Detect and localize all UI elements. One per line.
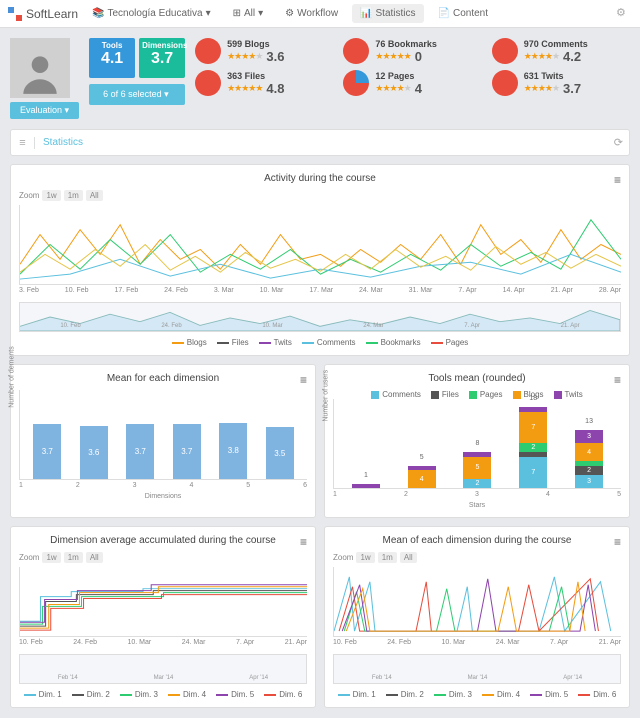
panel-menu-icon[interactable]: ≡ — [300, 373, 307, 387]
zoom-all[interactable]: All — [86, 190, 103, 201]
nav-workflow[interactable]: ⚙ Workflow — [277, 4, 346, 23]
stat-comments: 970 Comments ★★★★★4.2 — [492, 38, 630, 64]
panel-title: Activity during the course — [19, 173, 621, 184]
badges: Tools 4.1 Dimensions 3.7 6 of 6 selected… — [89, 38, 185, 105]
brand-text: SoftLearn — [26, 7, 78, 21]
selected-dropdown[interactable]: 6 of 6 selected ▾ — [89, 84, 185, 105]
nav-statistics[interactable]: 📊 Statistics — [352, 4, 423, 23]
zoom-1w[interactable]: 1w — [356, 552, 374, 563]
stat-blogs: 599 Blogs ★★★★★3.6 — [195, 38, 333, 64]
panel-dim-avg: ≡ Dimension average accumulated during t… — [10, 526, 316, 708]
zoom-all[interactable]: All — [86, 552, 103, 563]
panel-menu-icon[interactable]: ≡ — [300, 535, 307, 549]
avatar-box: Evaluation ▾ — [10, 38, 79, 119]
refresh-icon[interactable]: ⟳ — [614, 136, 623, 149]
gear-icon[interactable]: ⚙ — [616, 6, 632, 22]
zoom-controls: Zoom 1w 1m All — [19, 190, 621, 201]
dim-avg-chart[interactable] — [19, 567, 307, 637]
tab-statistics[interactable]: Statistics — [35, 137, 83, 148]
evaluation-dropdown[interactable]: Evaluation ▾ — [10, 102, 79, 119]
brand-logo[interactable]: SoftLearn — [8, 7, 78, 21]
overview-chart[interactable]: Feb '14Mar '14Apr '14 — [333, 654, 621, 684]
zoom-1w[interactable]: 1w — [42, 552, 60, 563]
stat-pages: 12 Pages ★★★★★4 — [343, 70, 481, 96]
stats-grid: 599 Blogs ★★★★★3.6 76 Bookmarks ★★★★★0 9… — [195, 38, 630, 96]
badge-dimensions: Dimensions 3.7 — [139, 38, 185, 78]
pie-icon — [492, 70, 518, 96]
panel-menu-icon[interactable]: ≡ — [614, 535, 621, 549]
zoom-1w[interactable]: 1w — [42, 190, 60, 201]
stat-bookmarks: 76 Bookmarks ★★★★★0 — [343, 38, 481, 64]
mean-each-chart[interactable] — [333, 567, 621, 637]
pie-icon — [195, 38, 221, 64]
panel-tools-mean: ≡ Tools mean (rounded) CommentsFilesPage… — [324, 364, 630, 518]
header-row: Evaluation ▾ Tools 4.1 Dimensions 3.7 6 … — [0, 28, 640, 129]
pie-icon — [343, 70, 369, 96]
panel-mean-dim: ≡ Mean for each dimension Number of deme… — [10, 364, 316, 518]
content-tabs: ≡ Statistics ⟳ — [10, 129, 630, 156]
panel-menu-icon[interactable]: ≡ — [614, 173, 621, 187]
nav-tech[interactable]: 📚 Tecnología Educativa ▾ — [84, 4, 219, 23]
zoom-1m[interactable]: 1m — [64, 190, 83, 201]
zoom-1m[interactable]: 1m — [378, 552, 397, 563]
pie-icon — [195, 70, 221, 96]
mean-dim-chart[interactable]: Number of dements 3.73.63.73.73.83.5 — [19, 390, 307, 480]
avatar — [10, 38, 70, 98]
nav-all[interactable]: ⊞ All ▾ — [225, 4, 272, 23]
panel-activity: ≡ Activity during the course Zoom 1w 1m … — [10, 164, 630, 356]
pie-icon — [343, 38, 369, 64]
zoom-all[interactable]: All — [400, 552, 417, 563]
x-axis-labels: 3. Feb10. Feb17. Feb24. Feb3. Mar10. Mar… — [19, 285, 621, 296]
legend: BlogsFilesTwitsCommentsBookmarksPages — [19, 338, 621, 347]
nav-content[interactable]: 📄 Content — [430, 4, 496, 23]
overview-chart[interactable]: 10. Feb24. Feb10. Mar24. Mar7. Apr21. Ap… — [19, 302, 621, 332]
pie-icon — [492, 38, 518, 64]
panel-menu-icon[interactable]: ≡ — [614, 373, 621, 387]
tools-mean-chart[interactable]: Number of users 15482518727133243 — [333, 399, 621, 489]
overview-chart[interactable]: Feb '14Mar '14Apr '14 — [19, 654, 307, 684]
logo-icon — [8, 7, 22, 21]
activity-chart[interactable] — [19, 205, 621, 285]
badge-tools: Tools 4.1 — [89, 38, 135, 78]
menu-icon[interactable]: ≡ — [17, 137, 35, 149]
topbar: SoftLearn 📚 Tecnología Educativa ▾ ⊞ All… — [0, 0, 640, 28]
stat-twits: 631 Twits ★★★★★3.7 — [492, 70, 630, 96]
stat-files: 363 Files ★★★★★4.8 — [195, 70, 333, 96]
zoom-1m[interactable]: 1m — [64, 552, 83, 563]
panel-mean-each: ≡ Mean of each dimension during the cour… — [324, 526, 630, 708]
